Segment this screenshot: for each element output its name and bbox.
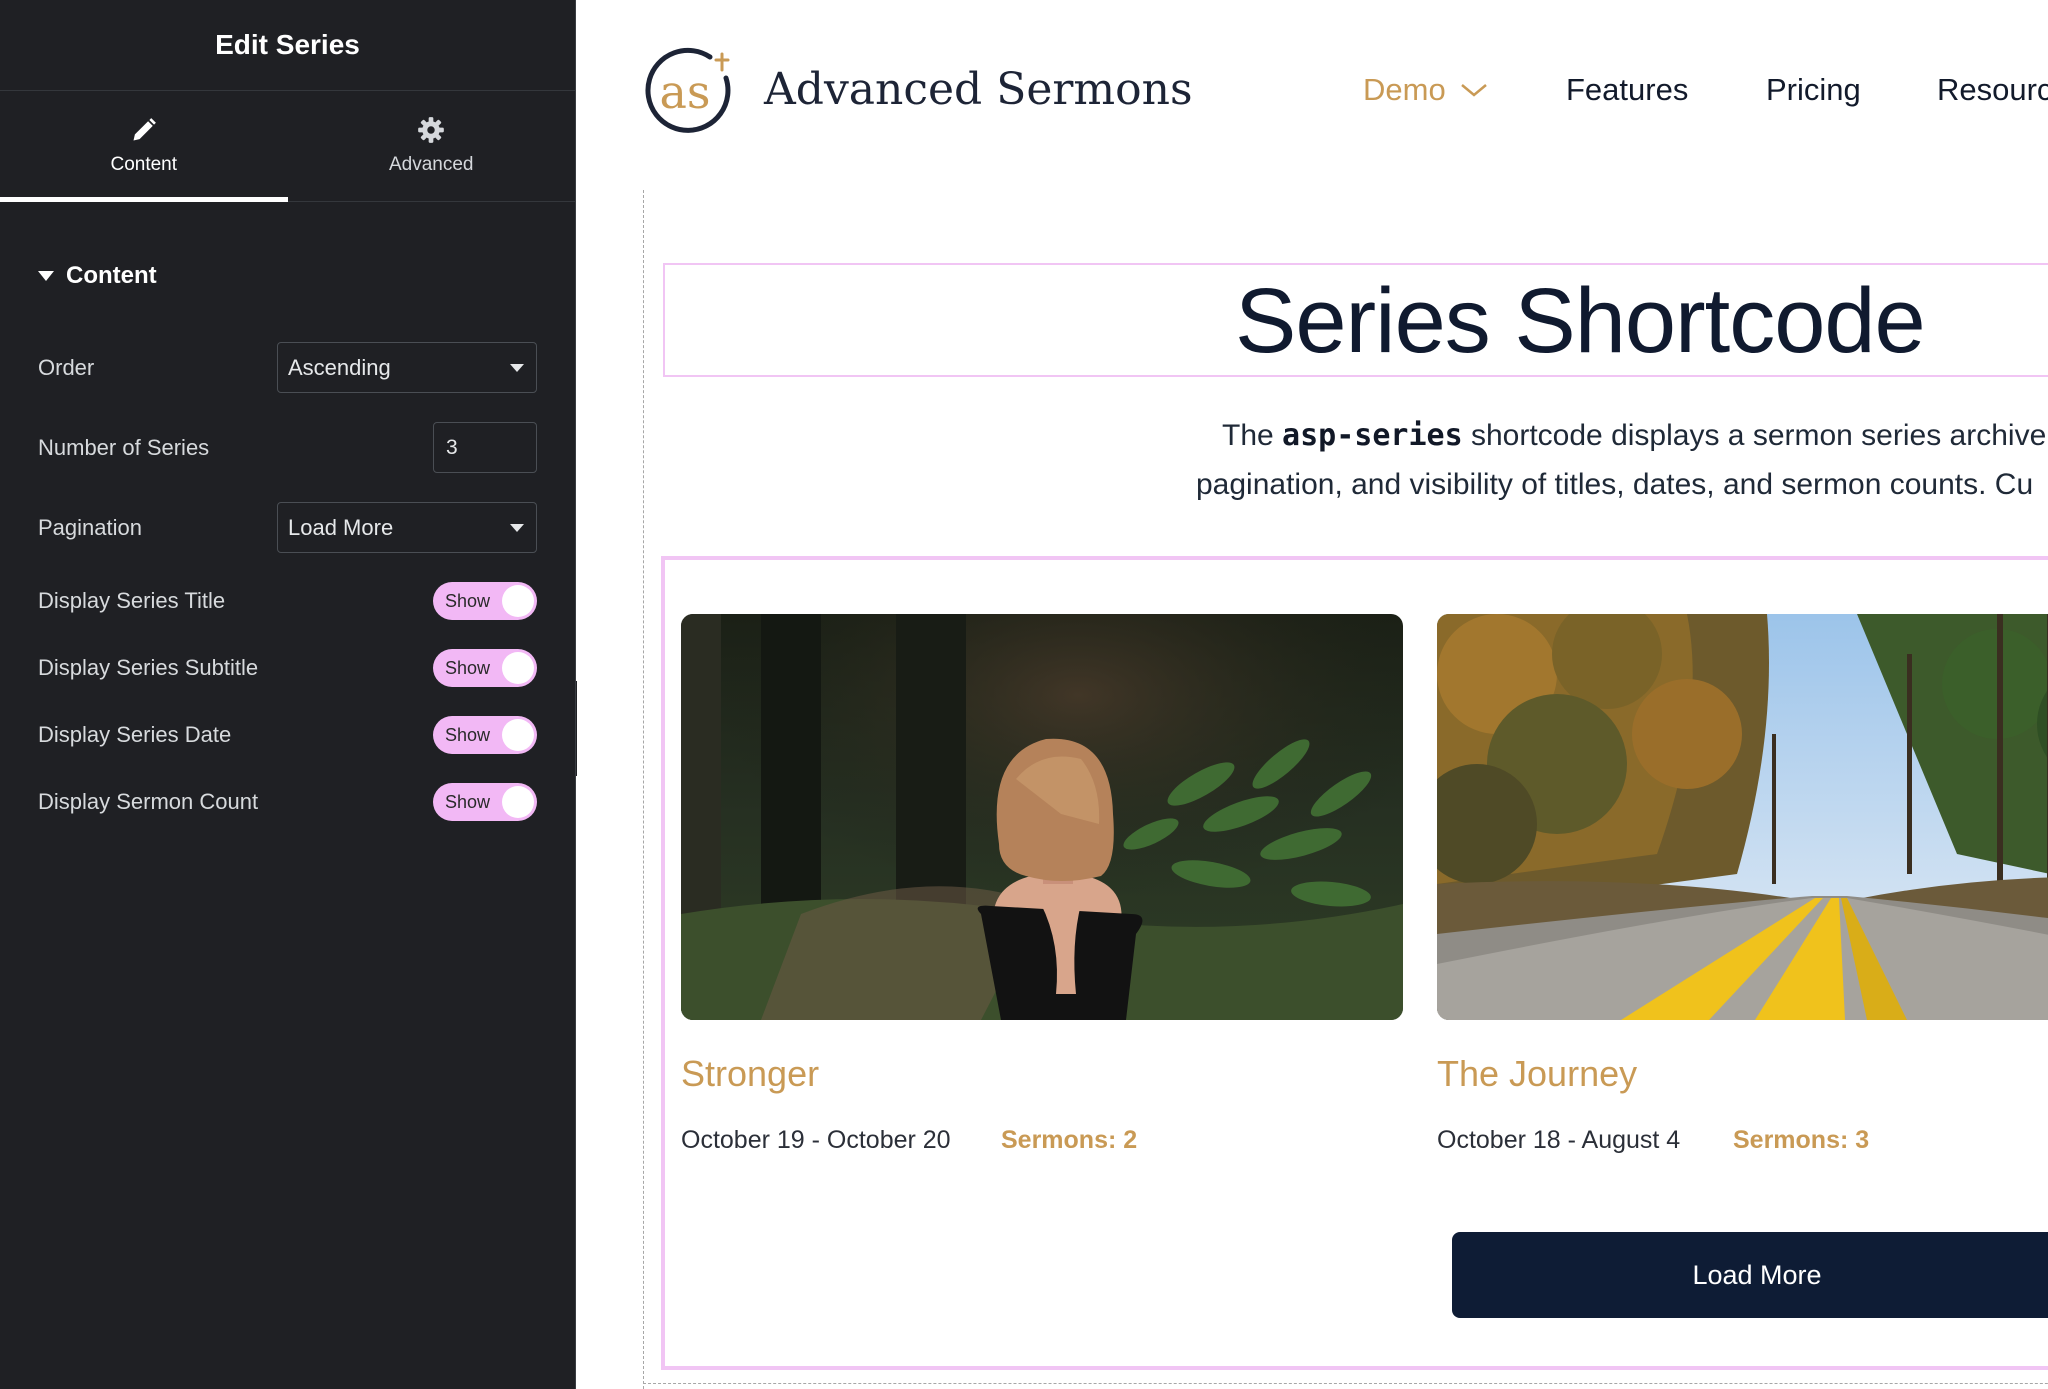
display-subtitle-control: Display Series Subtitle Show	[38, 649, 537, 687]
toggle-knob	[502, 585, 534, 617]
pencil-icon	[133, 118, 156, 141]
display-title-control: Display Series Title Show	[38, 582, 537, 620]
nav-demo[interactable]: Demo	[1363, 72, 1488, 108]
number-of-series-input[interactable]: 3	[433, 422, 537, 473]
chevron-down-icon	[1460, 84, 1487, 97]
pagination-control: Pagination Load More	[38, 502, 537, 553]
display-date-label: Display Series Date	[38, 722, 232, 747]
section-title: Content	[66, 262, 157, 289]
editor-panel: Edit Series Content Advanced Content Ord…	[0, 0, 576, 1389]
caret-down-icon	[38, 271, 54, 281]
panel-header: Edit Series	[0, 0, 575, 91]
autumn-road-photo	[1437, 614, 2048, 1020]
nav-features[interactable]: Features	[1566, 72, 1688, 108]
site-logo[interactable]: as	[638, 40, 740, 142]
intro-text: The	[1222, 419, 1283, 452]
load-more-button[interactable]: Load More	[1452, 1232, 2048, 1318]
series-title[interactable]: The Journey	[1437, 1053, 1637, 1095]
section-guide-line	[643, 1383, 2048, 1384]
toggle-knob	[502, 719, 534, 751]
nav-demo-label: Demo	[1363, 72, 1446, 107]
sermon-count: Sermons: 2	[1001, 1126, 1138, 1154]
tab-advanced[interactable]: Advanced	[288, 91, 576, 201]
site-preview: as Advanced Sermons Demo Features Pricin…	[577, 0, 2048, 1389]
heading-widget[interactable]: Series Shortcode	[663, 263, 2048, 377]
tab-content[interactable]: Content	[0, 91, 288, 202]
caret-down-icon	[510, 363, 524, 372]
toggle-text: Show	[445, 657, 491, 678]
panel-tabs: Content Advanced	[0, 91, 575, 202]
display-count-label: Display Sermon Count	[38, 789, 259, 814]
tab-advanced-label: Advanced	[388, 154, 474, 175]
nav-pricing[interactable]: Pricing	[1766, 72, 1861, 108]
series-date: October 19 - October 20	[681, 1126, 951, 1154]
pagination-label: Pagination	[38, 514, 142, 540]
caret-down-icon	[510, 523, 524, 532]
order-label: Order	[38, 354, 95, 380]
series-image-the-journey[interactable]	[1437, 614, 2048, 1020]
display-date-toggle[interactable]: Show	[433, 716, 537, 754]
display-count-toggle[interactable]: Show	[433, 783, 537, 821]
tab-content-label: Content	[110, 154, 178, 175]
gear-icon	[418, 117, 445, 143]
series-title[interactable]: Stronger	[681, 1053, 819, 1095]
series-date: October 18 - August 4	[1437, 1126, 1681, 1154]
sermon-count: Sermons: 3	[1733, 1126, 1870, 1154]
display-title-label: Display Series Title	[38, 588, 226, 613]
content-section-toggle[interactable]: Content	[38, 262, 157, 290]
number-of-series-control: Number of Series 3	[38, 422, 537, 473]
brand-name[interactable]: Advanced Sermons	[764, 64, 1193, 115]
page-title: Series Shortcode	[1235, 270, 1926, 372]
pagination-select[interactable]: Load More	[277, 502, 537, 553]
toggle-text: Show	[445, 791, 491, 812]
shortcode-name: asp-series	[1282, 418, 1463, 453]
intro-line-2: pagination, and visibility of titles, da…	[1196, 468, 2034, 501]
display-date-control: Display Series Date Show	[38, 716, 537, 754]
toggle-knob	[502, 652, 534, 684]
toggle-text: Show	[445, 724, 491, 745]
woman-in-forest-photo	[681, 614, 1403, 1020]
section-guide-line	[643, 190, 644, 1389]
order-value: Ascending	[288, 354, 391, 380]
nav-resources[interactable]: Resources	[1937, 72, 2048, 108]
intro-line-1: The asp-series shortcode displays a serm…	[1222, 418, 2046, 453]
display-subtitle-toggle[interactable]: Show	[433, 649, 537, 687]
intro-text: shortcode displays a sermon series archi…	[1462, 419, 2047, 452]
series-image-stronger[interactable]	[681, 614, 1403, 1020]
toggle-text: Show	[445, 590, 491, 611]
logo-text: as	[659, 65, 710, 119]
toggle-knob	[502, 786, 534, 818]
display-title-toggle[interactable]: Show	[433, 582, 537, 620]
order-control: Order Ascending	[38, 342, 537, 393]
panel-title: Edit Series	[215, 29, 360, 60]
order-select[interactable]: Ascending	[277, 342, 537, 393]
pagination-value: Load More	[288, 514, 394, 540]
display-count-control: Display Sermon Count Show	[38, 783, 537, 821]
number-of-series-label: Number of Series	[38, 434, 210, 460]
display-subtitle-label: Display Series Subtitle	[38, 655, 259, 680]
